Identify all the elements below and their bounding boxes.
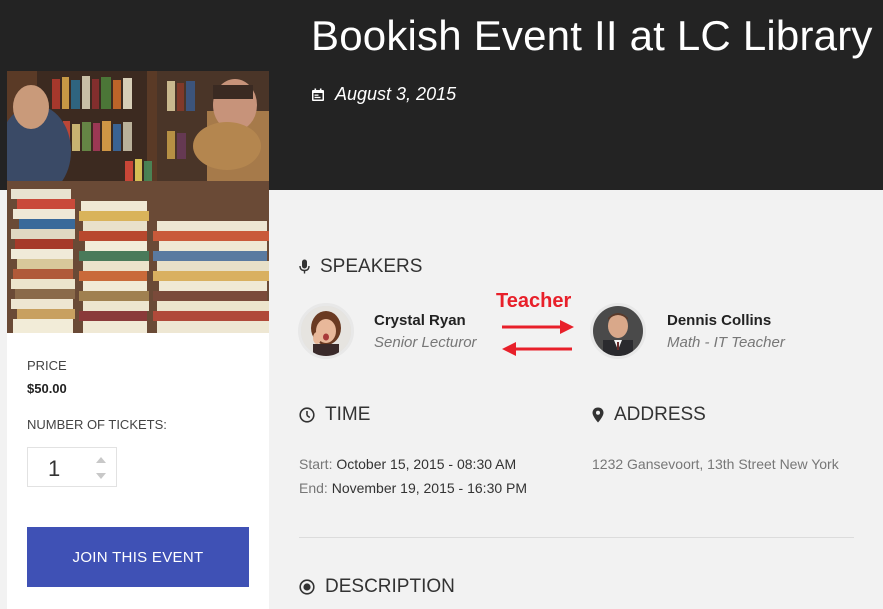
time-start: Start: October 15, 2015 - 08:30 AM xyxy=(299,456,516,472)
speaker-avatar-dennis-collins[interactable] xyxy=(590,303,646,359)
description-heading: DESCRIPTION xyxy=(299,576,455,598)
time-end: End: November 19, 2015 - 16:30 PM xyxy=(299,480,527,496)
swap-arrows-icon xyxy=(500,316,576,363)
event-title: Bookish Event II at LC Library xyxy=(311,12,873,59)
ticket-card: PRICE $50.00 NUMBER OF TICKETS: 1 JOIN T… xyxy=(7,71,269,609)
time-start-value: October 15, 2015 - 08:30 AM xyxy=(336,456,517,472)
annotation-label: Teacher xyxy=(496,290,572,312)
time-end-value: November 19, 2015 - 16:30 PM xyxy=(331,480,528,496)
description-heading-text: DESCRIPTION xyxy=(325,576,455,597)
speakers-heading: SPEAKERS xyxy=(299,256,422,278)
time-heading: TIME xyxy=(299,404,370,426)
ticket-quantity-stepper[interactable]: 1 xyxy=(27,447,117,487)
map-pin-icon xyxy=(592,407,604,423)
address-heading-text: ADDRESS xyxy=(614,404,706,425)
join-event-button[interactable]: JOIN THIS EVENT xyxy=(27,527,249,587)
increment-arrow-icon[interactable] xyxy=(96,457,106,463)
address-text: 1232 Gansevoort, 13th Street New York xyxy=(592,456,839,472)
price-value: $50.00 xyxy=(27,381,67,396)
time-end-label: End: xyxy=(299,480,328,496)
event-date-text: August 3, 2015 xyxy=(335,84,457,104)
event-date: August 3, 2015 xyxy=(311,84,456,105)
address-heading: ADDRESS xyxy=(592,404,706,426)
speakers-heading-text: SPEAKERS xyxy=(320,256,423,277)
speaker-avatar-crystal-ryan[interactable] xyxy=(298,303,354,359)
time-start-label: Start: xyxy=(299,456,333,472)
speaker-name[interactable]: Dennis Collins xyxy=(667,312,771,329)
clock-icon xyxy=(299,407,315,423)
speaker-role: Math - IT Teacher xyxy=(667,334,785,351)
microphone-icon xyxy=(299,259,310,275)
time-heading-text: TIME xyxy=(325,404,371,425)
event-image xyxy=(7,71,269,333)
price-label: PRICE xyxy=(27,358,67,373)
speaker-name[interactable]: Crystal Ryan xyxy=(374,312,466,329)
tickets-label: NUMBER OF TICKETS: xyxy=(27,417,167,432)
section-divider xyxy=(299,537,854,538)
radio-dot-icon xyxy=(299,579,315,595)
ticket-quantity-value[interactable]: 1 xyxy=(48,456,60,482)
calendar-icon xyxy=(311,88,325,102)
decrement-arrow-icon[interactable] xyxy=(96,473,106,479)
speaker-role: Senior Lecturor xyxy=(374,334,477,351)
